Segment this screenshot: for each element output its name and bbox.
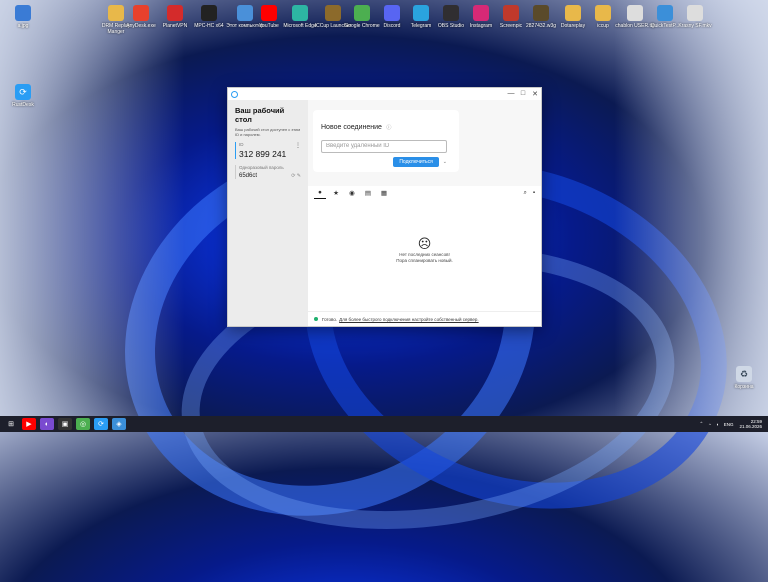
clock[interactable]: 22:59 21.06.2026 (739, 419, 762, 429)
new-connection-title: Новое соединение (321, 124, 382, 131)
obs-icon (443, 5, 459, 21)
tab-discovered[interactable]: ◉ (346, 188, 358, 198)
folder-icon (595, 5, 611, 21)
telegram-icon (413, 5, 429, 21)
refresh-icon[interactable]: ⟳ (291, 173, 295, 179)
setup-server-link[interactable]: Для более быстрого подключения настройте… (339, 317, 478, 322)
vpn-icon (167, 5, 183, 21)
desktop-icon[interactable]: Krasny SF.mkv (672, 5, 718, 29)
status-text: Готово. (322, 316, 338, 322)
star-icon: ★ (333, 190, 339, 197)
instagram-icon (473, 5, 489, 21)
warcraft-file-icon (533, 5, 549, 21)
taskbar-youtube-icon[interactable]: ▶ (22, 418, 36, 430)
sad-face-icon: ☹ (417, 236, 432, 251)
id-value[interactable]: 312 899 241 (239, 149, 301, 159)
date: 21.06.2026 (739, 424, 762, 429)
password-caption: Одноразовый пароль (239, 165, 284, 170)
taskbar-network-app-icon[interactable]: ◈ (112, 418, 126, 430)
video-player-icon (201, 5, 217, 21)
desktop-icon-recycle-bin[interactable]: ♻ Корзина (721, 366, 767, 390)
help-icon[interactable]: ⓘ (386, 125, 391, 131)
rustdesk-logo-icon (231, 90, 238, 98)
tab-favorites[interactable]: ★ (330, 188, 342, 198)
tray-chevron-icon[interactable]: ⌃ (699, 421, 703, 427)
minimize-button[interactable]: — (505, 90, 517, 98)
taskbar-app-icon[interactable]: ◐ (40, 418, 54, 430)
chevron-down-icon[interactable]: ⌄ (443, 159, 447, 165)
tab-recent[interactable]: ● (314, 188, 326, 199)
grid-view-icon[interactable]: ▪ (533, 190, 535, 197)
desktop-icon[interactable]: a.jpg (0, 5, 46, 29)
image-file-icon (15, 5, 31, 21)
new-connection-card: Новое соединение ⓘ Подключиться ⌄ (313, 110, 459, 172)
video-file-icon (687, 5, 703, 21)
taskbar-chrome-icon[interactable]: ◎ (76, 418, 90, 430)
desktop-icon-rustdesk[interactable]: ⟳ RustDesk (0, 84, 46, 108)
remote-id-input[interactable] (321, 139, 447, 153)
address-book-icon: ▤ (364, 190, 372, 197)
taskbar: ⊞ ▶ ◐ ▣ ◎ ⟳ ◈ ⌃ ◔ ◖ ENG 22:59 21.06.2026 (0, 416, 768, 432)
group-icon: ▦ (380, 190, 388, 197)
your-desktop-title: Ваш рабочий стол (235, 106, 285, 124)
clock-icon: ● (318, 189, 322, 196)
compass-icon: ◉ (349, 190, 355, 197)
connect-button[interactable]: Подключиться (393, 156, 439, 167)
id-box: ID 312 899 241 ⋮ (235, 142, 301, 159)
id-caption: ID (239, 142, 244, 147)
search-icon[interactable]: ⌕ (523, 190, 526, 197)
sessions-tabs: ● ★ ◉ ▤ ▦ ⌕ ▪ (308, 186, 541, 200)
taskbar-terminal-icon[interactable]: ▣ (58, 418, 72, 430)
status-indicator (314, 317, 318, 321)
rustdesk-window: — □ ✕ Ваш рабочий стол Ваш рабочий стол … (227, 87, 542, 327)
recycle-bin-icon: ♻ (736, 366, 752, 382)
system-tray: ⌃ ◔ ◖ ENG 22:59 21.06.2026 (694, 419, 768, 429)
close-button[interactable]: ✕ (529, 90, 541, 98)
start-button[interactable]: ⊞ (4, 418, 18, 430)
maximize-button[interactable]: □ (517, 90, 529, 98)
your-desktop-description: Ваш рабочий стол доступен с этим ID и па… (235, 127, 301, 137)
your-desktop-panel: Ваш рабочий стол Ваш рабочий стол доступ… (228, 100, 308, 326)
wifi-icon[interactable]: ◔ (708, 422, 711, 427)
chrome-icon (354, 5, 370, 21)
folder-icon (565, 5, 581, 21)
main-panel: Новое соединение ⓘ Подключиться ⌄ ● ★ ◉ … (308, 100, 541, 326)
youtube-icon (261, 5, 277, 21)
volume-icon[interactable]: ◖ (716, 422, 719, 427)
taskbar-rustdesk-icon[interactable]: ⟳ (94, 418, 108, 430)
rustdesk-icon: ⟳ (15, 84, 31, 100)
screenpic-icon (503, 5, 519, 21)
more-options-icon[interactable]: ⋮ (295, 142, 301, 149)
password-box: Одноразовый пароль 65d6ct ⟳ ✎ (235, 165, 301, 179)
title-bar[interactable]: — □ ✕ (228, 88, 541, 100)
anydesk-icon (133, 5, 149, 21)
tab-group[interactable]: ▦ (378, 188, 390, 198)
quicktest-icon (657, 5, 673, 21)
language-indicator[interactable]: ENG (724, 422, 734, 427)
tab-address-book[interactable]: ▤ (362, 188, 374, 198)
edge-icon (292, 5, 308, 21)
text-file-icon (627, 5, 643, 21)
status-bar: Готово. Для более быстрого подключения н… (308, 311, 541, 326)
edit-icon[interactable]: ✎ (297, 173, 301, 179)
empty-sessions: ☹ Нет последних сеансов! Пора спланирова… (308, 200, 541, 312)
desktop-icon-label: Krasny SF.mkv (678, 23, 712, 29)
desktop-icon-label: a.jpg (17, 23, 29, 29)
empty-line-2: Пора спланировать новый. (396, 258, 453, 263)
